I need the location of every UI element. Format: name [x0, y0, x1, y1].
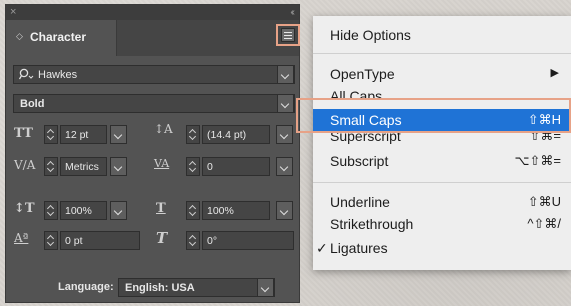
tracking-value: 0	[207, 161, 213, 173]
font-size-field[interactable]: 12 pt	[60, 125, 107, 144]
menu-item-underline[interactable]: Underline	[330, 192, 390, 212]
chevron-down-icon[interactable]	[276, 125, 293, 144]
font-family-value: Hawkes	[38, 69, 78, 81]
language-dropdown[interactable]: English: USA	[118, 278, 275, 297]
font-size-icon: TT	[14, 126, 33, 141]
horizontal-scale-stepper[interactable]	[186, 201, 200, 220]
subscript-shortcut: ⌥⇧⌘=	[514, 153, 561, 168]
tracking-icon: VA	[154, 157, 170, 170]
tracking-field[interactable]: 0	[202, 157, 270, 176]
vertical-scale-stepper[interactable]	[44, 201, 58, 220]
font-style-value: Bold	[20, 98, 45, 110]
vertical-scale-value: 100%	[65, 205, 92, 217]
font-family-dropdown[interactable]: Hawkes	[13, 65, 295, 84]
font-size-stepper[interactable]	[44, 125, 58, 144]
collapse-icon[interactable]: ‹‹	[290, 5, 294, 20]
underline-shortcut: ⇧⌘U	[527, 194, 561, 209]
leading-stepper[interactable]	[186, 125, 200, 144]
strikethrough-shortcut: ^⇧⌘/	[527, 216, 561, 231]
leading-icon: ↕A	[154, 122, 173, 136]
kerning-value: Metrics	[65, 161, 99, 173]
menu-item-opentype[interactable]: OpenType	[330, 64, 395, 84]
submenu-arrow-icon: ▶	[550, 67, 559, 79]
chevron-down-icon[interactable]	[257, 278, 274, 297]
font-style-dropdown[interactable]: Bold	[13, 94, 295, 113]
horizontal-scale-icon: T	[156, 201, 166, 216]
tab-character[interactable]: ◇ Character	[6, 20, 117, 56]
tab-label: Character	[30, 30, 87, 44]
menu-item-ligatures[interactable]: Ligatures	[330, 238, 388, 258]
panel-flyout-menu: Hide Options OpenType ▶ All Caps Small C…	[313, 16, 571, 270]
panel-tab-row: ◇ Character	[6, 20, 299, 56]
checkmark-icon: ✓	[316, 240, 328, 256]
rotation-icon: T	[156, 229, 168, 247]
language-label: Language:	[58, 281, 114, 293]
leading-value: (14.4 pt)	[207, 129, 247, 141]
chevron-down-icon[interactable]	[110, 201, 127, 220]
panel-menu-highlight	[276, 24, 300, 46]
tab-toggle-icon: ◇	[16, 31, 23, 41]
menu-item-hide-options[interactable]: Hide Options	[330, 25, 411, 45]
menu-item-strikethrough[interactable]: Strikethrough	[330, 214, 413, 234]
vertical-scale-field[interactable]: 100%	[60, 201, 107, 220]
chevron-down-icon[interactable]	[110, 125, 127, 144]
font-search-icon	[19, 68, 34, 80]
chevron-down-icon[interactable]	[276, 157, 293, 176]
baseline-shift-value: 0 pt	[65, 235, 83, 247]
kerning-icon: V/A	[14, 158, 36, 172]
chevron-down-icon[interactable]	[277, 65, 294, 84]
horizontal-scale-value: 100%	[207, 205, 234, 217]
chevron-down-icon[interactable]	[110, 157, 127, 176]
character-panel: × ‹‹ ◇ Character Hawkes Bold TT 12 pt ↕A…	[5, 4, 300, 303]
kerning-field[interactable]: Metrics	[60, 157, 107, 176]
menu-item-subscript[interactable]: Subscript	[330, 151, 388, 171]
close-icon[interactable]: ×	[10, 5, 16, 20]
vertical-scale-icon: ↕T	[14, 201, 35, 216]
baseline-shift-field[interactable]: 0 pt	[60, 231, 140, 250]
menu-separator	[313, 53, 571, 54]
horizontal-scale-field[interactable]: 100%	[202, 201, 270, 220]
chevron-down-icon[interactable]	[277, 94, 294, 113]
rotation-field[interactable]: 0°	[202, 231, 294, 250]
baseline-shift-icon: Aª	[14, 231, 29, 245]
leading-field[interactable]: (14.4 pt)	[202, 125, 270, 144]
panel-title-bar: × ‹‹	[6, 5, 299, 21]
menu-separator	[313, 182, 571, 183]
baseline-shift-stepper[interactable]	[44, 231, 58, 250]
rotation-value: 0°	[207, 235, 218, 247]
tracking-stepper[interactable]	[186, 157, 200, 176]
kerning-stepper[interactable]	[44, 157, 58, 176]
rotation-stepper[interactable]	[186, 231, 200, 250]
chevron-down-icon[interactable]	[276, 201, 293, 220]
font-size-value: 12 pt	[65, 129, 89, 141]
language-value: English: USA	[125, 282, 195, 294]
small-caps-highlight	[296, 98, 571, 133]
